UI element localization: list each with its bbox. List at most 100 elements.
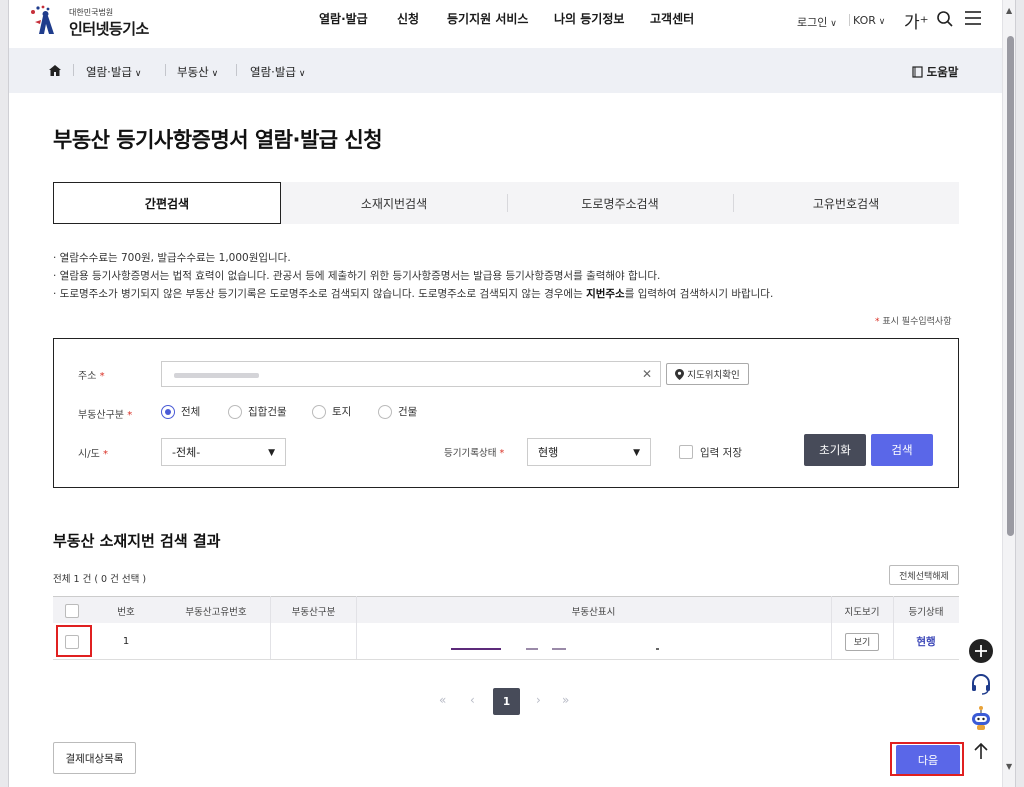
redacted-text — [656, 648, 659, 650]
scroll-thumb[interactable] — [1007, 36, 1014, 536]
login-link[interactable]: 로그인 ∨ — [797, 14, 837, 30]
address-label: 주소 * — [78, 367, 105, 382]
radio-label: 집합건물 — [248, 406, 287, 418]
col-header-unique-number: 부동산고유번호 — [185, 606, 247, 618]
browser-window: 대한민국법원 인터넷등기소 열람·발급 신청 등기지원 서비스 나의 등기정보 … — [8, 0, 1016, 787]
radio-indicator — [161, 404, 175, 419]
site-logo[interactable]: 대한민국법원 인터넷등기소 — [27, 4, 177, 44]
radio-indicator — [228, 404, 242, 419]
radio-label: 건물 — [398, 406, 418, 418]
plus-circle-icon[interactable] — [967, 637, 995, 665]
record-status-label-text: 등기기록상태 — [444, 448, 497, 459]
notice-fee: · 열람수수료는 700원, 발급수수료는 1,000원입니다. — [53, 252, 291, 264]
record-status-label: 등기기록상태 * — [444, 445, 504, 459]
breadcrumb-divider — [165, 64, 166, 76]
nav-item-my-info[interactable]: 나의 등기정보 — [554, 10, 624, 27]
nav-item-customer-center[interactable]: 고객센터 — [650, 10, 694, 27]
menu-icon[interactable] — [964, 10, 982, 26]
caret-down-icon: ▼ — [268, 448, 275, 458]
deselect-all-button[interactable]: 전체선택해제 — [889, 565, 959, 585]
row-status-link[interactable]: 현행 — [916, 634, 935, 649]
language-select[interactable]: KOR ∨ — [853, 14, 885, 27]
search-icon[interactable] — [936, 10, 954, 28]
required-star: * — [99, 371, 105, 382]
logo-title: 인터넷등기소 — [69, 20, 149, 38]
map-location-button[interactable]: 지도위치확인 — [666, 363, 749, 385]
col-header-status: 등기상태 — [908, 606, 944, 618]
notice-text: · 도로명주소가 병기되지 않은 부동산 등기기록은 도로명주소로 검색되지 않… — [53, 288, 587, 300]
radio-all[interactable]: 전체 — [161, 404, 200, 419]
redacted-text — [526, 648, 538, 650]
tab-lot-number-search[interactable]: 소재지번검색 — [281, 182, 507, 224]
chevron-down-icon: ∨ — [208, 69, 219, 79]
col-header-property-type: 부동산구분 — [291, 606, 336, 618]
property-type-label-text: 부동산구분 — [78, 410, 124, 421]
radio-building[interactable]: 건물 — [378, 404, 417, 419]
row-number: 1 — [122, 636, 130, 647]
nav-item-view-issue[interactable]: 열람·발급 — [319, 10, 368, 27]
col-header-number: 번호 — [117, 606, 135, 618]
record-status-select[interactable]: 현행 ▼ — [527, 438, 651, 466]
required-note-text: 표시 필수입력사항 — [882, 317, 952, 327]
breadcrumb-item-view-issue[interactable]: 열람·발급 ∨ — [86, 64, 141, 80]
tab-simple-search[interactable]: 간편검색 — [53, 182, 281, 224]
language-label: KOR — [853, 14, 876, 27]
breadcrumb-item-current[interactable]: 열람·발급 ∨ — [250, 64, 305, 80]
page-scrollbar[interactable]: ▲ ▼ — [1002, 0, 1015, 787]
util-divider — [849, 14, 850, 26]
page-prev-button[interactable]: ‹ — [470, 693, 475, 707]
tab-road-address-search[interactable]: 도로명주소검색 — [507, 182, 733, 224]
region-select[interactable]: -전체- ▼ — [161, 438, 286, 466]
table-row: 1 보기 현행 — [53, 623, 959, 660]
view-map-button[interactable]: 보기 — [845, 632, 879, 651]
results-title: 부동산 소재지번 검색 결과 — [53, 532, 221, 550]
breadcrumb-item-real-estate[interactable]: 부동산 ∨ — [177, 64, 218, 80]
region-select-value: -전체- — [172, 446, 201, 459]
notice-legal-effect: · 열람용 등기사항증명서는 법적 효력이 없습니다. 관공서 등에 제출하기 … — [53, 270, 661, 282]
home-icon[interactable] — [49, 65, 61, 76]
row-status-cell: 현행 — [893, 623, 959, 660]
notice-road-address: · 도로명주소가 병기되지 않은 부동산 등기기록은 도로명주소로 검색되지 않… — [53, 286, 773, 301]
page-last-button[interactable]: » — [562, 693, 569, 707]
col-header-map: 지도보기 — [844, 606, 880, 618]
page-title: 부동산 등기사항증명서 열람·발급 신청 — [53, 128, 383, 152]
payment-list-button[interactable]: 결제대상목록 — [53, 742, 136, 774]
breadcrumb: 열람·발급 ∨ 부동산 ∨ 열람·발급 ∨ 도움말 — [9, 48, 1002, 93]
headset-icon[interactable] — [967, 670, 995, 698]
court-logo-icon — [31, 5, 54, 34]
radio-aggregate-building[interactable]: 집합건물 — [228, 404, 287, 419]
reset-button[interactable]: 초기화 — [804, 434, 866, 466]
select-all-checkbox[interactable] — [65, 603, 79, 618]
page-first-button[interactable]: « — [439, 693, 446, 707]
scroll-down-arrow-icon[interactable]: ▼ — [1006, 762, 1012, 771]
save-input-label[interactable]: 입력 저장 — [700, 445, 742, 460]
nav-item-apply[interactable]: 신청 — [397, 10, 419, 27]
help-link[interactable]: 도움말 — [912, 64, 958, 80]
search-form: 주소 * ✕ 지도위치확인 부동산구분 * 전체 집합건물 토지 건물 시/도 … — [53, 338, 959, 488]
row-property-display[interactable] — [356, 623, 831, 660]
scroll-top-icon[interactable] — [967, 737, 995, 765]
region-label: 시/도 * — [78, 445, 108, 460]
page-next-button[interactable]: › — [536, 693, 541, 707]
chatbot-icon[interactable] — [967, 704, 995, 732]
help-label: 도움말 — [926, 65, 959, 79]
font-size-button[interactable]: 가⁺ — [904, 8, 929, 33]
notice-text: 를 입력하여 검색하시기 바랍니다. — [624, 288, 774, 300]
search-button[interactable]: 검색 — [871, 434, 933, 466]
header-checkbox-cell — [53, 597, 91, 624]
scroll-up-arrow-icon[interactable]: ▲ — [1006, 6, 1012, 15]
radio-land[interactable]: 토지 — [312, 404, 351, 419]
address-input[interactable]: ✕ — [161, 361, 661, 387]
save-input-checkbox[interactable] — [679, 445, 693, 459]
nav-item-support[interactable]: 등기지원 서비스 — [447, 10, 528, 27]
breadcrumb-label: 열람·발급 — [86, 65, 132, 79]
global-header: 대한민국법원 인터넷등기소 열람·발급 신청 등기지원 서비스 나의 등기정보 … — [9, 0, 1002, 48]
row-property-type — [271, 623, 356, 660]
address-label-text: 주소 — [78, 371, 97, 382]
required-star: * — [102, 449, 108, 460]
radio-label: 토지 — [332, 406, 352, 418]
clear-icon[interactable]: ✕ — [642, 367, 652, 381]
map-pin-icon — [675, 368, 685, 380]
tab-unique-number-search[interactable]: 고유번호검색 — [733, 182, 959, 224]
page-current[interactable]: 1 — [493, 688, 520, 715]
